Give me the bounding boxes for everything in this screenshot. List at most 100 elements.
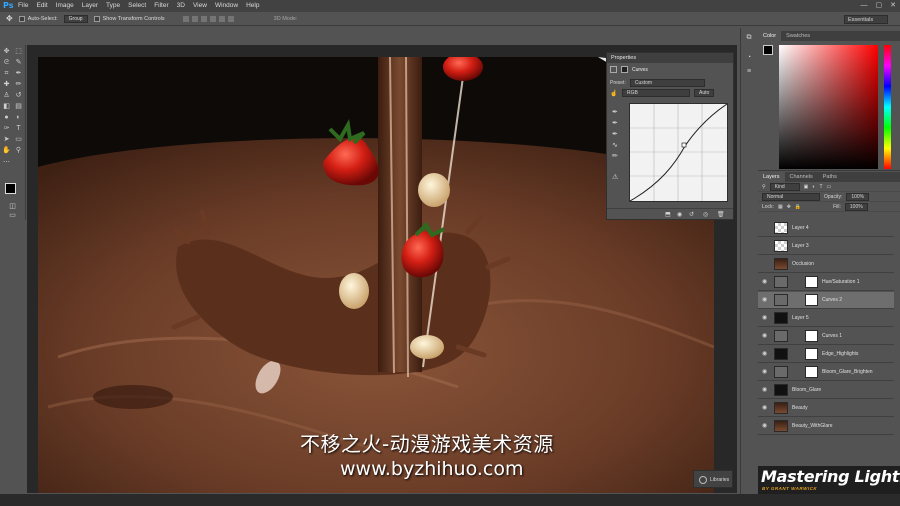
mask-icon[interactable]	[621, 66, 628, 73]
layer-thumbnail[interactable]	[774, 312, 788, 324]
layer-thumbnail[interactable]	[774, 222, 788, 234]
layer-visibility-eye-icon[interactable]: ◉	[762, 279, 769, 285]
layer-row[interactable]: ◉ Bloom_Glare	[758, 382, 894, 399]
close-button[interactable]: ✕	[890, 0, 896, 12]
align-right-icon[interactable]	[227, 15, 234, 22]
layer-visibility-eye-icon[interactable]: ◉	[762, 423, 769, 429]
layer-filter-dropdown[interactable]: Kind	[769, 182, 800, 191]
move-tool-icon[interactable]: ✥	[2, 47, 11, 56]
clip-to-layer-icon[interactable]: ⬒	[665, 211, 671, 218]
eyedropper-black-icon[interactable]: ✒	[612, 108, 618, 116]
eyedropper-white-icon[interactable]: ✒	[612, 130, 618, 138]
align-bottom-icon[interactable]	[200, 15, 207, 22]
menu-help[interactable]: Help	[242, 0, 263, 12]
layer-visibility-eye-icon[interactable]: ◉	[762, 333, 769, 339]
layer-visibility-eye-icon[interactable]: ◉	[762, 297, 769, 303]
fill-field[interactable]: 100%	[844, 202, 868, 211]
layer-row[interactable]: ◉ Curves 2	[758, 292, 894, 309]
layer-row[interactable]: ◉ Edge_Highlights	[758, 346, 894, 363]
clone-stamp-icon[interactable]: ♙	[2, 91, 11, 100]
eyedropper-gray-icon[interactable]: ✒	[612, 119, 618, 127]
menu-window[interactable]: Window	[211, 0, 242, 12]
menu-edit[interactable]: Edit	[32, 0, 51, 12]
align-left-icon[interactable]	[209, 15, 216, 22]
layer-row[interactable]: ◉ Beauty_WithGlare	[758, 418, 894, 435]
visibility-icon[interactable]: ◎	[703, 211, 708, 218]
libraries-button[interactable]: Libraries	[693, 470, 733, 488]
transform-controls-checkbox[interactable]	[93, 15, 100, 22]
menu-filter[interactable]: Filter	[150, 0, 172, 12]
curve-point-icon[interactable]: ∿	[612, 141, 618, 149]
lock-pixels-icon[interactable]: ▦	[778, 204, 783, 210]
auto-select-checkbox[interactable]	[18, 15, 25, 22]
layer-visibility-eye-icon[interactable]	[762, 243, 769, 249]
view-previous-icon[interactable]: ◉	[677, 211, 682, 218]
layer-thumbnail[interactable]	[774, 366, 788, 378]
lasso-tool-icon[interactable]: ᘓ	[2, 58, 11, 67]
maximize-button[interactable]: ▢	[876, 0, 883, 12]
blur-tool-icon[interactable]: ●	[2, 113, 11, 122]
layer-thumbnail[interactable]	[774, 384, 788, 396]
layer-thumbnail[interactable]	[774, 240, 788, 252]
lock-position-icon[interactable]: ✥	[787, 204, 791, 210]
menu-file[interactable]: File	[14, 0, 32, 12]
menu-select[interactable]: Select	[124, 0, 150, 12]
channel-dropdown[interactable]: RGB	[622, 89, 690, 97]
minimize-button[interactable]: —	[861, 0, 868, 12]
hue-slider[interactable]	[884, 45, 891, 169]
healing-brush-icon[interactable]: ✚	[2, 80, 11, 89]
eraser-tool-icon[interactable]: ◧	[2, 102, 11, 111]
layer-thumbnail[interactable]	[774, 330, 788, 342]
layer-row[interactable]: Layer 3	[758, 238, 894, 255]
layer-visibility-eye-icon[interactable]: ◉	[762, 315, 769, 321]
tab-layers[interactable]: Layers	[758, 172, 785, 182]
more-tools-icon[interactable]: ⋯	[2, 158, 11, 167]
menu-image[interactable]: Image	[52, 0, 78, 12]
screen-mode-icon[interactable]: ▭	[8, 211, 17, 220]
layer-thumbnail[interactable]	[774, 276, 788, 288]
layer-row[interactable]: Layer 4	[758, 220, 894, 237]
auto-select-dropdown[interactable]: Group	[63, 14, 88, 23]
brush-tool-icon[interactable]: ✏	[14, 80, 23, 89]
properties-panel-icon[interactable]: ≡	[745, 68, 753, 76]
properties-tab[interactable]: Properties	[607, 53, 733, 63]
pencil-curve-icon[interactable]: ✏	[612, 152, 618, 160]
tab-channels[interactable]: Channels	[785, 172, 818, 182]
histogram-warning-icon[interactable]: ⚠	[612, 173, 618, 181]
gradient-tool-icon[interactable]: ▤	[14, 102, 23, 111]
menu-layer[interactable]: Layer	[78, 0, 102, 12]
dodge-tool-icon[interactable]: ◐	[14, 113, 23, 122]
menu-3d[interactable]: 3D	[173, 0, 189, 12]
layer-visibility-eye-icon[interactable]: ◉	[762, 369, 769, 375]
tab-color[interactable]: Color	[758, 31, 782, 41]
foreground-color-chip[interactable]	[763, 45, 773, 55]
crop-tool-icon[interactable]: ⌗	[2, 69, 11, 78]
layer-thumbnail[interactable]	[774, 348, 788, 360]
type-tool-icon[interactable]: T	[14, 124, 23, 133]
path-select-icon[interactable]: ➤	[2, 135, 11, 144]
layer-thumbnail[interactable]	[774, 294, 788, 306]
filter-adjust-icon[interactable]: ◐	[812, 184, 815, 190]
history-brush-icon[interactable]: ↺	[14, 91, 23, 100]
preset-dropdown[interactable]: Custom	[629, 79, 705, 87]
layer-mask-thumbnail[interactable]	[805, 276, 818, 288]
align-top-icon[interactable]	[182, 15, 189, 22]
delete-icon[interactable]: 🗑	[717, 211, 725, 218]
adjustments-panel-icon[interactable]: ◔	[745, 54, 753, 62]
auto-button[interactable]: Auto	[694, 89, 715, 97]
layer-visibility-eye-icon[interactable]	[762, 225, 769, 231]
menu-type[interactable]: Type	[102, 0, 124, 12]
layer-row[interactable]: ◉ Beauty	[758, 400, 894, 417]
tab-swatches[interactable]: Swatches	[781, 31, 815, 41]
zoom-tool-icon[interactable]: ⚲	[14, 146, 23, 155]
layer-visibility-eye-icon[interactable]: ◉	[762, 387, 769, 393]
layer-row[interactable]: ◉ Layer 5	[758, 310, 894, 327]
reset-icon[interactable]: ↺	[689, 211, 694, 218]
quick-mask-icon[interactable]: ◫	[8, 202, 17, 211]
layer-row[interactable]: ◉ Bloom_Glare_Brighten	[758, 364, 894, 381]
foreground-color-swatch[interactable]	[5, 183, 16, 194]
layer-mask-thumbnail[interactable]	[805, 366, 818, 378]
layer-visibility-eye-icon[interactable]: ◉	[762, 351, 769, 357]
shape-tool-icon[interactable]: ▭	[14, 135, 23, 144]
lock-all-icon[interactable]: 🔒	[795, 204, 801, 210]
